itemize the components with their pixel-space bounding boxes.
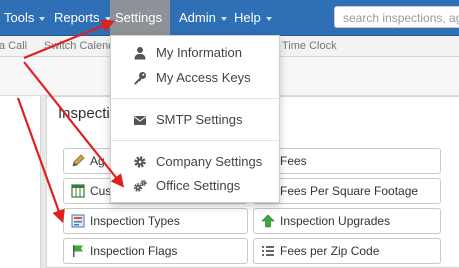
menu-item-my-information[interactable]: My Information [111,41,279,65]
inspection-upgrades-label: Inspection Upgrades [280,214,391,228]
chevron-down-icon [39,16,46,21]
fees-label: Fees [280,154,307,168]
table-icon [71,184,85,198]
inspection-types-button[interactable]: Inspection Types [63,208,248,234]
menu-item-company-settings[interactable]: Company Settings [111,150,279,174]
shortcut-time-clock[interactable]: Time Clock [282,36,337,56]
custom-label: Cus [90,184,112,198]
menu-item-label: Company Settings [156,154,263,169]
agreements-label: Ag [90,154,105,168]
pencil-icon [72,154,85,167]
shortcut-call[interactable]: a Call [0,36,27,56]
gears-icon [133,179,147,192]
menu-item-label: SMTP Settings [156,112,243,127]
shortcut-switch-calendar[interactable]: Switch Calend [44,36,114,56]
top-navbar: Tools Reports Settings Admin Help search… [0,0,459,56]
menu-item-label: Office Settings [156,178,241,193]
nav-admin[interactable]: Admin [179,0,227,35]
nav-reports-label: Reports [54,10,100,25]
form-icon [71,214,85,228]
menu-divider [111,140,279,141]
fees-button[interactable]: Fees [253,148,441,174]
settings-dropdown-menu: My Information My Access Keys SMTP Setti… [110,35,280,203]
inspection-flags-label: Inspection Flags [90,244,178,258]
menu-divider [111,98,279,99]
left-panel [0,96,41,268]
fees-per-zip-code-label: Fees per Zip Code [280,244,380,258]
search-input[interactable]: search inspections, age [334,6,459,28]
menu-item-office-settings[interactable]: Office Settings [111,174,279,198]
arrow-up-icon [261,214,275,228]
menu-item-my-access-keys[interactable]: My Access Keys [111,66,279,90]
gear-icon [134,156,146,168]
flag-icon [73,245,83,257]
fees-per-square-footage-button[interactable]: Fees Per Square Footage [253,178,441,204]
key-icon [134,72,146,85]
chevron-down-icon [265,16,272,21]
nav-settings-label: Settings [115,10,162,25]
nav-admin-label: Admin [179,10,216,25]
inspection-types-label: Inspection Types [90,214,180,228]
list-icon [262,246,274,256]
chevron-down-icon [220,16,227,21]
nav-reports[interactable]: Reports [54,0,111,35]
nav-help-label: Help [234,10,261,25]
nav-settings[interactable]: Settings [110,0,170,56]
nav-help[interactable]: Help [234,0,272,35]
menu-item-label: My Information [156,45,242,60]
nav-tools[interactable]: Tools [4,0,46,35]
menu-item-smtp-settings[interactable]: SMTP Settings [111,108,279,132]
fees-per-square-footage-label: Fees Per Square Footage [280,184,419,198]
user-icon [134,47,146,60]
inspection-upgrades-button[interactable]: Inspection Upgrades [253,208,441,234]
nav-tools-label: Tools [4,10,35,25]
fees-per-zip-code-button[interactable]: Fees per Zip Code [253,238,441,264]
menu-item-label: My Access Keys [156,70,251,85]
inspection-flags-button[interactable]: Inspection Flags [63,238,248,264]
envelope-icon [133,116,147,125]
